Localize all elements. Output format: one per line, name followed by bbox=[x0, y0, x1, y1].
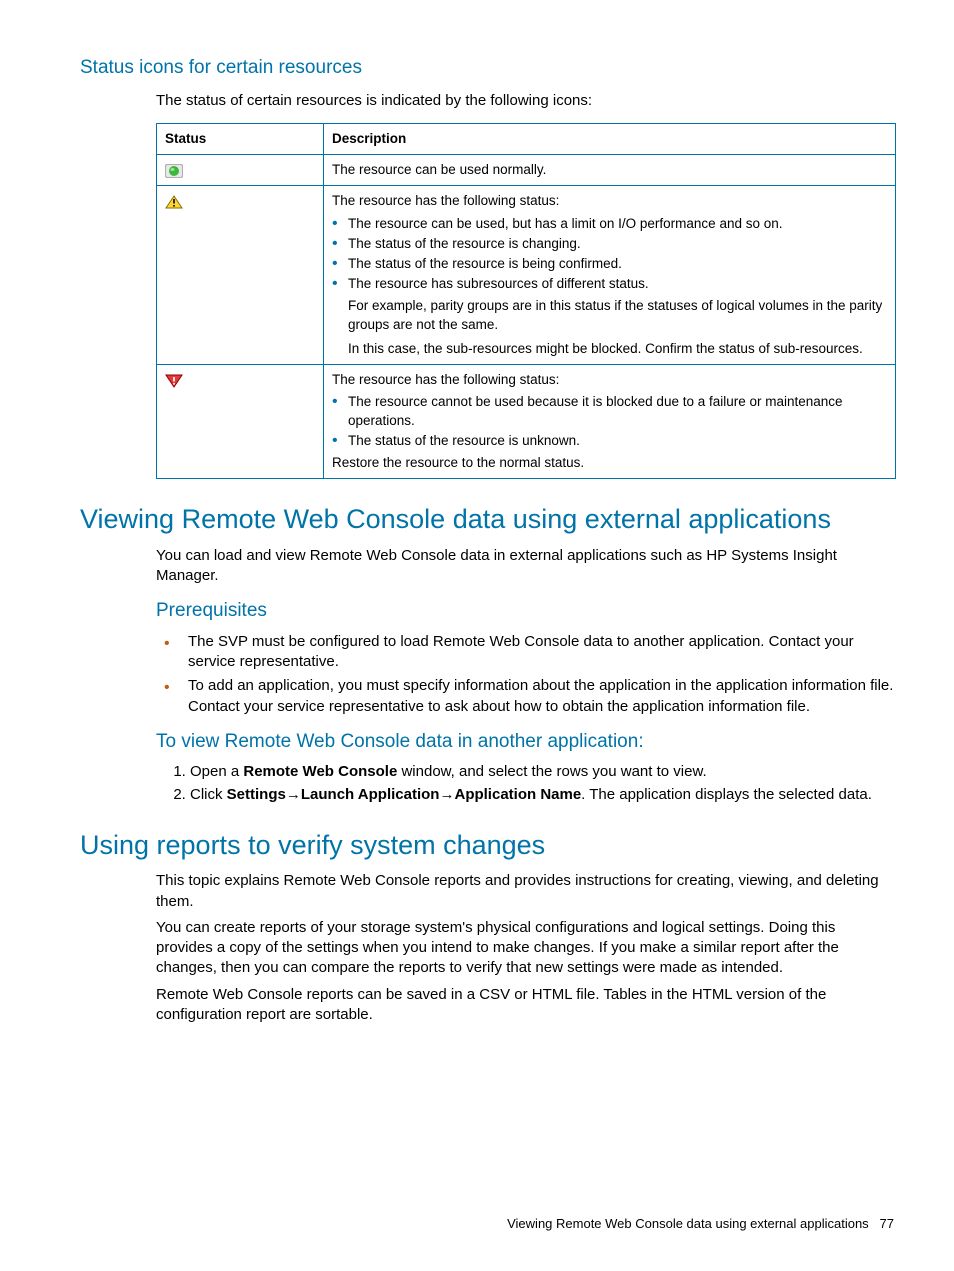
heading-status-icons: Status icons for certain resources bbox=[80, 55, 894, 81]
list-item: The SVP must be configured to load Remot… bbox=[156, 632, 894, 673]
intro-text: The status of certain resources is indic… bbox=[156, 91, 894, 111]
text-bold: Settings bbox=[227, 786, 286, 803]
desc-cell-error: The resource has the following status: T… bbox=[324, 365, 896, 479]
desc-cell-normal: The resource can be used normally. bbox=[324, 155, 896, 186]
status-error-icon bbox=[165, 374, 183, 388]
table-header-row: Status Description bbox=[157, 123, 896, 154]
list-item: The status of the resource is being conf… bbox=[332, 255, 887, 273]
text: Click bbox=[190, 786, 227, 803]
viewing-intro: You can load and view Remote Web Console… bbox=[156, 546, 894, 587]
status-normal-icon bbox=[165, 164, 183, 178]
status-cell-normal bbox=[157, 155, 324, 186]
text: window, and select the rows you want to … bbox=[397, 763, 706, 780]
warning-para2: In this case, the sub-resources might be… bbox=[332, 340, 887, 358]
error-intro: The resource has the following status: bbox=[332, 371, 887, 389]
text: Open a bbox=[190, 763, 243, 780]
text-bold: Launch Application bbox=[301, 786, 440, 803]
status-cell-error bbox=[157, 365, 324, 479]
text-bold: Remote Web Console bbox=[243, 763, 397, 780]
table-row: The resource has the following status: T… bbox=[157, 186, 896, 365]
table-row: The resource has the following status: T… bbox=[157, 365, 896, 479]
heading-viewing-rwc: Viewing Remote Web Console data using ex… bbox=[80, 501, 894, 537]
step-1: Open a Remote Web Console window, and se… bbox=[190, 762, 894, 782]
col-status: Status bbox=[157, 123, 324, 154]
status-icons-table: Status Description The resource can be u… bbox=[156, 123, 896, 479]
desc-cell-warning: The resource has the following status: T… bbox=[324, 186, 896, 365]
col-description: Description bbox=[324, 123, 896, 154]
reports-p1: This topic explains Remote Web Console r… bbox=[156, 871, 894, 912]
warning-intro: The resource has the following status: bbox=[332, 192, 887, 210]
list-item: To add an application, you must specify … bbox=[156, 676, 894, 717]
status-warning-icon bbox=[165, 195, 183, 209]
list-item: The status of the resource is unknown. bbox=[332, 432, 887, 450]
reports-p2: You can create reports of your storage s… bbox=[156, 918, 894, 979]
reports-p3: Remote Web Console reports can be saved … bbox=[156, 985, 894, 1026]
list-item: The resource cannot be used because it i… bbox=[332, 393, 887, 429]
table-row: The resource can be used normally. bbox=[157, 155, 896, 186]
error-para1: Restore the resource to the normal statu… bbox=[332, 454, 887, 472]
text: . The application displays the selected … bbox=[581, 786, 872, 803]
page-number: 77 bbox=[880, 1216, 894, 1231]
status-cell-warning bbox=[157, 186, 324, 365]
step-2: Click Settings→Launch Application→Applic… bbox=[190, 785, 894, 805]
warning-para1: For example, parity groups are in this s… bbox=[332, 297, 887, 333]
list-item: The status of the resource is changing. bbox=[332, 235, 887, 253]
list-item: The resource can be used, but has a limi… bbox=[332, 215, 887, 233]
heading-using-reports: Using reports to verify system changes bbox=[80, 827, 894, 863]
footer-text: Viewing Remote Web Console data using ex… bbox=[507, 1216, 869, 1231]
heading-prerequisites: Prerequisites bbox=[156, 598, 894, 624]
heading-to-view: To view Remote Web Console data in anoth… bbox=[156, 729, 894, 755]
page-footer: Viewing Remote Web Console data using ex… bbox=[507, 1215, 894, 1233]
text-bold: Application Name bbox=[454, 786, 581, 803]
list-item: The resource has subresources of differe… bbox=[332, 275, 887, 293]
